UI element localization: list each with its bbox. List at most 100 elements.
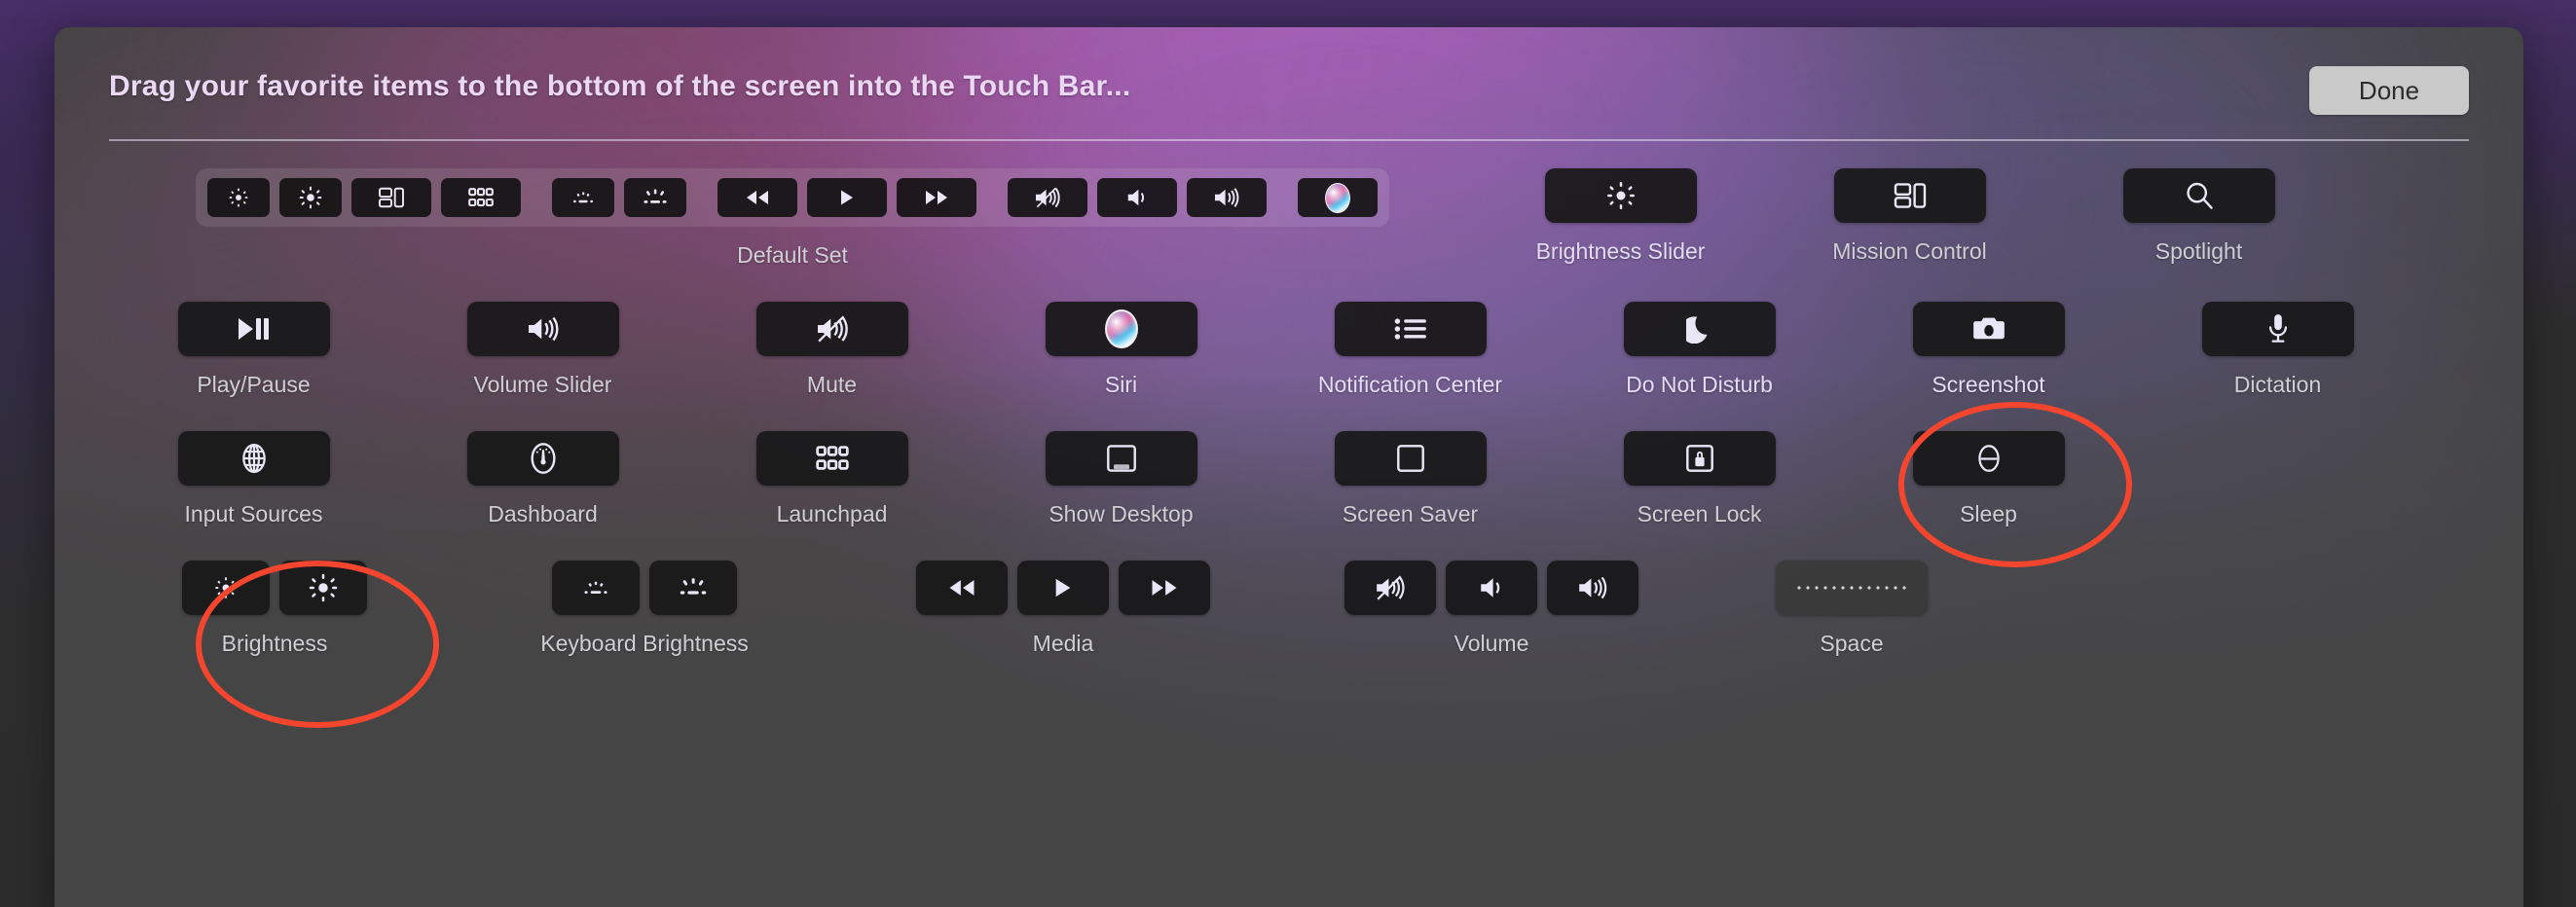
keyboard-brightness-up-key[interactable] [649, 561, 737, 615]
mission-control-icon[interactable] [351, 178, 431, 217]
item-label: Play/Pause [197, 372, 311, 397]
item-label: Volume Slider [473, 372, 612, 397]
item-dictation[interactable]: Dictation [2133, 302, 2422, 398]
siri-key[interactable] [1045, 302, 1197, 356]
group-keyboard-brightness[interactable]: Keyboard Brightness [440, 561, 849, 657]
item-siri[interactable]: Siri [976, 302, 1266, 398]
do-not-disturb-key[interactable] [1623, 302, 1776, 356]
item-play-pause[interactable]: Play/Pause [109, 302, 398, 398]
page-title: Drag your favorite items to the bottom o… [109, 70, 1131, 102]
keyboard-brightness-down-key[interactable] [552, 561, 640, 615]
volume-up-icon[interactable] [1187, 178, 1267, 217]
show-desktop-key[interactable] [1045, 431, 1197, 486]
item-label: Dictation [2233, 372, 2322, 397]
item-label: Dashboard [488, 501, 598, 526]
volume-down-key[interactable] [1446, 561, 1537, 615]
rewind-key[interactable] [916, 561, 1008, 615]
done-button[interactable]: Done [2309, 66, 2469, 115]
item-notification-center[interactable]: Notification Center [1266, 302, 1555, 398]
screen-saver-key[interactable] [1334, 431, 1487, 486]
siri-orb-icon [1104, 309, 1138, 348]
item-volume-slider[interactable]: Volume Slider [398, 302, 687, 398]
item-label: Show Desktop [1049, 501, 1194, 526]
volume-slider-key[interactable] [466, 302, 619, 356]
screen-lock-key[interactable] [1623, 431, 1776, 486]
mute-key-group[interactable] [1344, 561, 1436, 615]
brightness-slider-key[interactable] [1544, 168, 1697, 223]
volume-up-key[interactable] [1547, 561, 1638, 615]
row-2: Play/Pause Volume Slider Mute Siri Notif… [109, 302, 2469, 398]
keyboard-brightness-group-keys[interactable] [552, 561, 737, 615]
item-label: Input Sources [184, 501, 323, 526]
spotlight-key[interactable] [2122, 168, 2275, 223]
input-sources-key[interactable] [177, 431, 330, 486]
brightness-up-icon[interactable] [279, 178, 342, 217]
fast-forward-icon[interactable] [897, 178, 976, 217]
brightness-group-keys[interactable] [182, 561, 367, 615]
item-screen-lock[interactable]: Screen Lock [1555, 431, 1844, 527]
item-label: Notification Center [1317, 372, 1503, 397]
rewind-icon[interactable] [718, 178, 797, 217]
sleep-key[interactable] [1912, 431, 2065, 486]
group-volume[interactable]: Volume [1277, 561, 1706, 657]
item-sleep[interactable]: Sleep [1844, 431, 2133, 527]
space-key[interactable] [1776, 561, 1928, 615]
fast-forward-key[interactable] [1119, 561, 1210, 615]
sheet-header: Drag your favorite items to the bottom o… [55, 27, 2523, 168]
group-label: Space [1820, 631, 1884, 656]
play-key[interactable] [1017, 561, 1109, 615]
item-label: Siri [1104, 372, 1138, 397]
launchpad-icon[interactable] [441, 178, 521, 217]
item-mute[interactable]: Mute [687, 302, 976, 398]
play-pause-key[interactable] [177, 302, 330, 356]
mute-key[interactable] [755, 302, 908, 356]
row-4: Brightness Keyboard Brightness Media Vol… [109, 561, 2469, 657]
item-brightness-slider[interactable]: Brightness Slider [1476, 168, 1765, 265]
item-label: Screen Saver [1342, 501, 1479, 526]
item-dashboard[interactable]: Dashboard [398, 431, 687, 527]
group-label: Media [1032, 631, 1094, 656]
item-show-desktop[interactable]: Show Desktop [976, 431, 1266, 527]
item-label: Spotlight [2154, 238, 2243, 264]
brightness-up-key[interactable] [279, 561, 367, 615]
items-palette: Default Set Brightness Slider Mission Co… [55, 168, 2523, 657]
item-mission-control[interactable]: Mission Control [1765, 168, 2054, 265]
siri-icon[interactable] [1298, 178, 1378, 217]
volume-down-icon[interactable] [1097, 178, 1177, 217]
play-icon[interactable] [807, 178, 887, 217]
volume-group-keys[interactable] [1344, 561, 1638, 615]
launchpad-key[interactable] [755, 431, 908, 486]
group-media[interactable]: Media [849, 561, 1277, 657]
item-label: Brightness Slider [1535, 238, 1706, 264]
mission-control-key[interactable] [1833, 168, 1986, 223]
item-label: Mission Control [1832, 238, 1987, 264]
dashboard-key[interactable] [466, 431, 619, 486]
row-1: Default Set Brightness Slider Mission Co… [109, 168, 2469, 269]
space-dots-icon [1794, 586, 1909, 590]
mute-icon[interactable] [1008, 178, 1087, 217]
media-group-keys[interactable] [916, 561, 1210, 615]
group-label: Brightness [221, 631, 328, 656]
item-spotlight[interactable]: Spotlight [2054, 168, 2343, 265]
default-set-group[interactable]: Default Set [109, 168, 1476, 269]
keyboard-brightness-down-icon[interactable] [552, 178, 614, 217]
item-label: Mute [806, 372, 858, 397]
dictation-key[interactable] [2201, 302, 2354, 356]
screenshot-key[interactable] [1912, 302, 2065, 356]
group-label: Volume [1454, 631, 1529, 656]
item-launchpad[interactable]: Launchpad [687, 431, 976, 527]
item-screenshot[interactable]: Screenshot [1844, 302, 2133, 398]
group-brightness[interactable]: Brightness [109, 561, 440, 657]
touch-bar-customization-sheet: Drag your favorite items to the bottom o… [55, 27, 2523, 907]
item-label: Do Not Disturb [1626, 372, 1773, 397]
brightness-down-icon[interactable] [207, 178, 270, 217]
brightness-down-key[interactable] [182, 561, 270, 615]
item-screen-saver[interactable]: Screen Saver [1266, 431, 1555, 527]
default-set-strip[interactable] [196, 168, 1389, 227]
row-3: Input Sources Dashboard Launchpad Show D… [109, 431, 2469, 527]
group-space[interactable]: Space [1706, 561, 1998, 657]
item-do-not-disturb[interactable]: Do Not Disturb [1555, 302, 1844, 398]
keyboard-brightness-up-icon[interactable] [624, 178, 686, 217]
notification-center-key[interactable] [1334, 302, 1487, 356]
item-input-sources[interactable]: Input Sources [109, 431, 398, 527]
